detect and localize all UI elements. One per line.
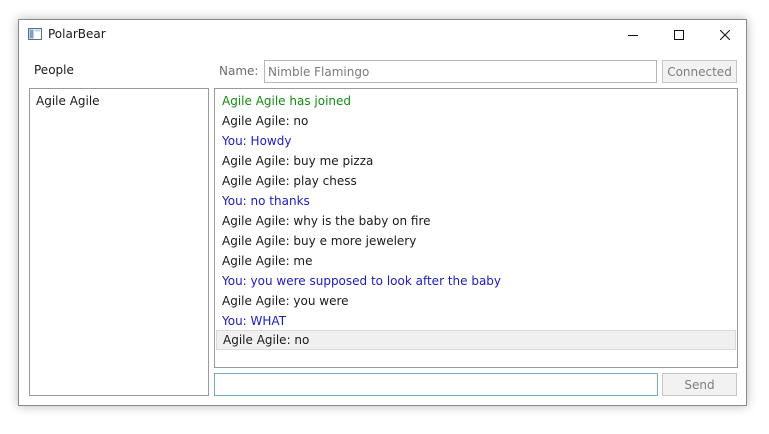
chat-message[interactable]: Agile Agile: why is the baby on fire — [216, 211, 736, 231]
chat-log[interactable]: Agile Agile has joined Agile Agile: no Y… — [214, 88, 738, 368]
chat-message[interactable]: Agile Agile: me — [216, 251, 736, 271]
person-item[interactable]: Agile Agile — [36, 94, 100, 108]
chat-message[interactable]: You: you were supposed to look after the… — [216, 271, 736, 291]
chat-message-selected[interactable]: Agile Agile: no — [216, 330, 736, 350]
window-app-icon — [28, 28, 42, 40]
chat-message[interactable]: You: Howdy — [216, 131, 736, 151]
chat-message[interactable]: You: WHAT — [216, 311, 736, 331]
minimize-button[interactable] — [610, 20, 656, 50]
app-window: PolarBear People Agile Agile Name: Conne… — [18, 19, 747, 406]
connect-button[interactable]: Connected — [662, 60, 737, 83]
maximize-icon — [674, 30, 684, 40]
name-input[interactable] — [264, 60, 657, 83]
maximize-button[interactable] — [656, 20, 702, 50]
chat-message[interactable]: Agile Agile: play chess — [216, 171, 736, 191]
chat-message[interactable]: Agile Agile: buy e more jewelery — [216, 231, 736, 251]
minimize-icon — [628, 35, 638, 36]
chat-message[interactable]: Agile Agile: buy me pizza — [216, 151, 736, 171]
title-bar[interactable]: PolarBear — [19, 20, 746, 50]
people-list[interactable]: Agile Agile — [29, 88, 209, 396]
people-heading: People — [34, 63, 74, 77]
chat-message[interactable]: You: no thanks — [216, 191, 736, 211]
chat-message[interactable]: Agile Agile: no — [216, 111, 736, 131]
send-button[interactable]: Send — [662, 373, 737, 396]
message-input[interactable] — [214, 373, 658, 396]
chat-message[interactable]: Agile Agile has joined — [216, 91, 736, 111]
close-icon — [720, 30, 730, 40]
window-title: PolarBear — [48, 27, 106, 41]
chat-message[interactable]: Agile Agile: you were — [216, 291, 736, 311]
close-button[interactable] — [702, 20, 748, 50]
name-label: Name: — [219, 64, 259, 78]
